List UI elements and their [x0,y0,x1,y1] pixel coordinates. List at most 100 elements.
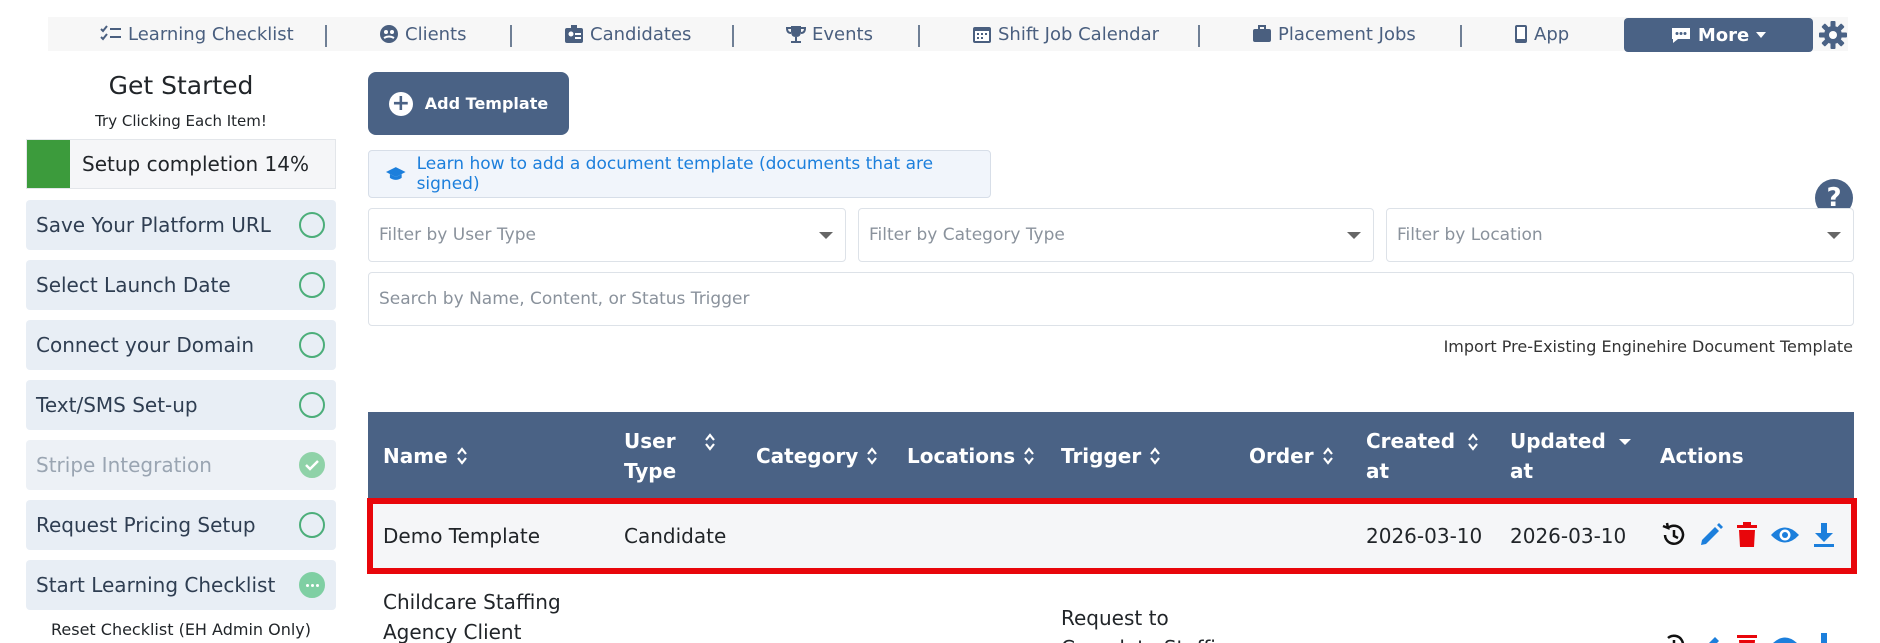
sort-icon [1322,446,1334,466]
checklist-item-label: Start Learning Checklist [36,573,276,597]
category-type-filter[interactable]: Filter by Category Type [858,208,1374,262]
column-header-label: Actions [1660,444,1744,468]
checklist-item-pricing[interactable]: Request Pricing Setup [26,500,336,550]
caret-down-icon [1756,32,1767,38]
check-circle-icon [299,452,325,478]
calendar-icon [973,27,991,43]
comment-dots-icon [1671,28,1690,43]
column-header-label: Updated [1510,429,1606,453]
checklist-item-sms-setup[interactable]: Text/SMS Set-up [26,380,336,430]
nav-candidates[interactable]: Candidates [564,17,691,51]
row-actions [1660,522,1836,548]
checklist-item-stripe[interactable]: Stripe Integration [26,440,336,490]
more-menu-button[interactable]: More [1624,18,1813,52]
column-header-trigger[interactable]: Trigger [1061,412,1161,500]
nav-divider [1460,25,1462,47]
graduation-cap-icon [385,167,406,180]
status-circle-icon [299,512,325,538]
top-nav: Learning Checklist Clients Candidates Ev… [48,17,1848,51]
nav-label: Candidates [590,23,692,45]
nav-app[interactable]: App [1514,17,1569,51]
table-header: Name User Type Category Locations Trigger… [368,412,1854,500]
nav-placement-jobs[interactable]: Placement Jobs [1252,17,1416,51]
user-type-filter[interactable]: Filter by User Type [368,208,846,262]
row-actions [1660,632,1836,643]
dropdown-caret-icon [819,231,833,239]
location-filter[interactable]: Filter by Location [1386,208,1854,262]
filter-placeholder: Filter by User Type [379,225,536,245]
download-icon[interactable] [1812,632,1836,643]
edit-icon[interactable] [1698,632,1724,643]
column-header-label: Order [1249,444,1314,468]
nav-divider [325,25,327,47]
column-header-label: Created [1366,429,1456,453]
checklist-item-launch-date[interactable]: Select Launch Date [26,260,336,310]
cell-user-type: Candidate [624,524,727,548]
nav-divider [510,25,512,47]
column-header-order[interactable]: Order [1249,412,1334,500]
checklist-item-label: Select Launch Date [36,273,231,297]
nav-events[interactable]: Events [786,17,873,51]
nav-divider [918,25,920,47]
reset-checklist-link[interactable]: Reset Checklist (EH Admin Only) [26,620,336,639]
checklist-item-learning[interactable]: Start Learning Checklist [26,560,336,610]
sort-icon [1467,432,1479,452]
column-header-label: User [624,429,676,453]
column-header-updated-at[interactable]: Updated at [1510,412,1632,500]
more-dots-circle-icon [299,572,325,598]
column-header-label: Category [756,444,859,468]
nav-learning-checklist[interactable]: Learning Checklist [100,17,294,51]
view-icon[interactable] [1770,632,1800,643]
nav-label: App [1534,23,1570,45]
learn-link-label: Learn how to add a document template (do… [416,154,934,194]
sort-icon [866,446,878,466]
checklist-item-platform-url[interactable]: Save Your Platform URL [26,200,336,250]
nav-label: Clients [405,23,467,45]
sort-icon [704,432,716,452]
column-header-label: at [1366,459,1390,483]
nav-label: Placement Jobs [1278,23,1416,45]
progress-label: Setup completion 14% [82,152,309,176]
view-icon[interactable] [1770,522,1800,548]
column-header-name[interactable]: Name [383,412,468,500]
delete-icon[interactable] [1736,632,1758,643]
column-header-user-type[interactable]: User Type [624,412,716,500]
column-header-created-at[interactable]: Created at [1366,412,1479,500]
column-header-category[interactable]: Category [756,412,878,500]
history-icon[interactable] [1660,632,1686,643]
checklist-item-label: Request Pricing Setup [36,513,256,537]
cell-trigger: Request to Complete Staffing [1061,603,1241,643]
checklist-item-domain[interactable]: Connect your Domain [26,320,336,370]
cell-trigger-line: Complete Staffing [1061,633,1241,643]
table-row[interactable]: Childcare Staffing Agency Client Client … [368,572,1854,643]
checklist-item-label: Text/SMS Set-up [36,393,198,417]
clients-icon [380,25,398,43]
search-input[interactable] [368,272,1854,326]
trophy-icon [786,26,806,43]
download-icon[interactable] [1812,522,1836,548]
column-header-label: Locations [907,444,1016,468]
nav-divider [1198,25,1200,47]
status-circle-icon [299,392,325,418]
mobile-icon [1515,25,1527,43]
gear-icon[interactable] [1818,20,1848,50]
import-template-link[interactable]: Import Pre-Existing Enginehire Document … [1444,337,1853,356]
edit-icon[interactable] [1698,522,1724,548]
sidebar-subtitle: Try Clicking Each Item! [95,112,267,130]
delete-icon[interactable] [1736,522,1758,548]
table-row[interactable]: Demo Template Candidate 2026-03-10 2026-… [368,500,1854,572]
nav-label: Learning Checklist [128,23,294,45]
cell-name: Demo Template [383,524,541,548]
briefcase-icon [1253,25,1271,42]
column-header-locations[interactable]: Locations [907,412,1035,500]
learn-document-template-link[interactable]: Learn how to add a document template (do… [368,150,991,198]
nav-shift-job-calendar[interactable]: Shift Job Calendar [972,17,1159,51]
cell-name-line: Agency Client [383,620,522,643]
filter-placeholder: Filter by Location [1397,225,1543,245]
column-header-label: at [1510,459,1534,483]
history-icon[interactable] [1660,522,1686,548]
add-template-button[interactable]: + Add Template [368,72,569,135]
plus-circle-icon: + [388,91,413,116]
nav-clients[interactable]: Clients [379,17,467,51]
more-label: More [1697,24,1750,46]
